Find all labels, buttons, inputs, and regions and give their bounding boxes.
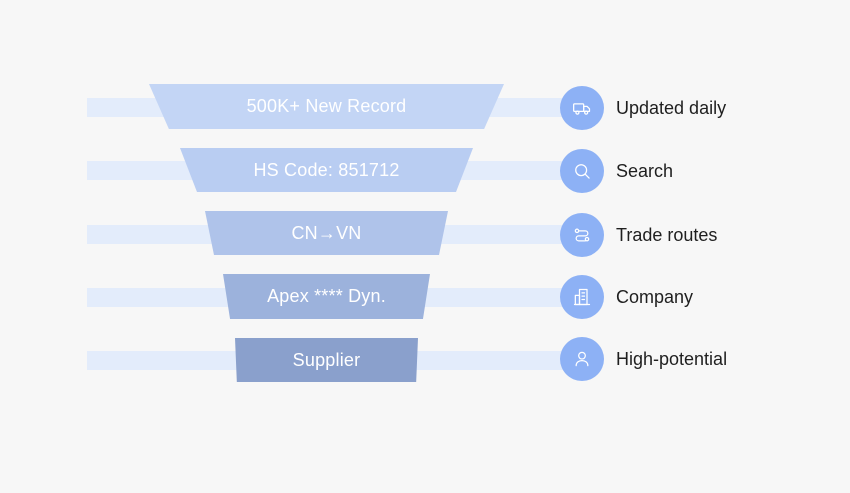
- funnel-stage-5-text: Supplier: [292, 349, 361, 370]
- funnel-stage-3-text: CN→VN: [291, 222, 362, 243]
- user-icon: [575, 351, 589, 367]
- legend-icon-3: [560, 213, 604, 257]
- funnel-stage-4-text: Apex **** Dyn.: [267, 286, 386, 306]
- legend-icon-2: [560, 149, 604, 193]
- legend-label-updated-daily: Updated daily: [616, 98, 727, 118]
- funnel-stage-5: Supplier: [235, 338, 418, 382]
- legend-label-high-potential: High-potential: [616, 349, 728, 369]
- funnel-stage-1-text: 500K+ New Record: [246, 96, 407, 116]
- legend-icon-5: [560, 337, 604, 381]
- funnel-stage-3: CN→VN: [205, 211, 448, 255]
- legend-label-trade-routes: Trade routes: [616, 225, 718, 245]
- building-icon: [573, 288, 591, 306]
- funnel-stage-1: 500K+ New Record: [149, 84, 504, 129]
- legend-icon-4: [560, 275, 604, 319]
- funnel-stage-4: Apex **** Dyn.: [223, 274, 430, 319]
- funnel-stage-2: HS Code: 851712: [180, 148, 473, 192]
- search-icon: [575, 164, 590, 179]
- truck-icon: [573, 103, 591, 115]
- funnel-stage-2-text: HS Code: 851712: [253, 159, 400, 180]
- legend-label-search: Search: [616, 161, 674, 181]
- legend-icon-1: [560, 86, 604, 130]
- legend-label-company: Company: [616, 287, 694, 307]
- routes-icon: [574, 228, 590, 242]
